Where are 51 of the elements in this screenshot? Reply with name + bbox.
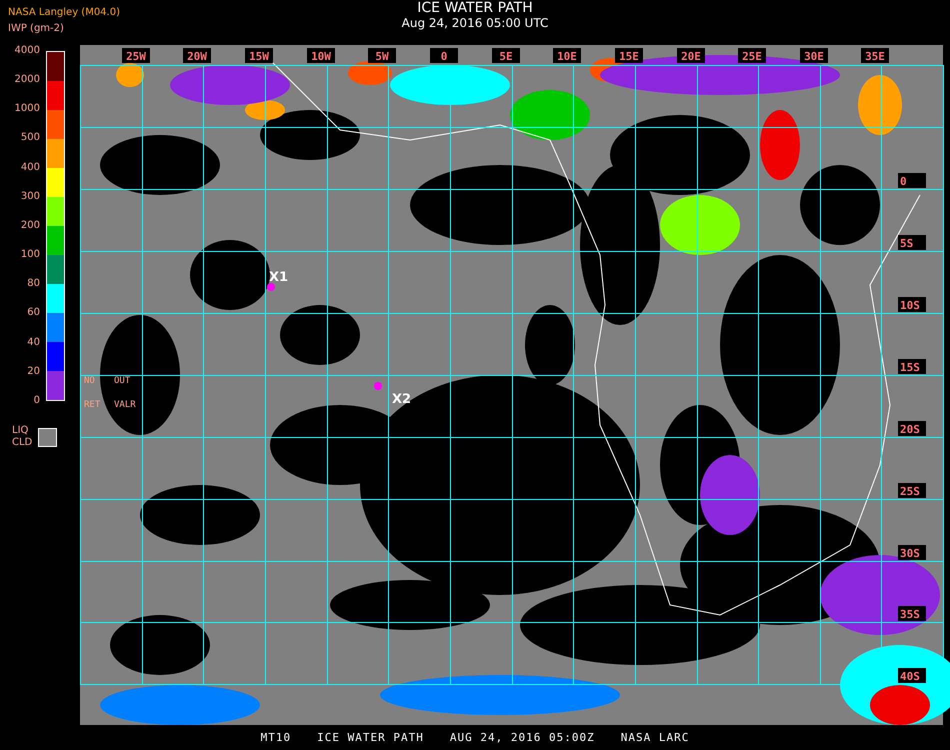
- legend-tick: 20: [27, 366, 40, 378]
- legend-tick: 80: [27, 278, 40, 290]
- legend-tick: 4000: [14, 45, 40, 57]
- legend-tick: 500: [20, 132, 40, 144]
- liquid-cloud-label: LIQ CLD: [12, 425, 32, 449]
- legend-tick: 2000: [14, 74, 40, 86]
- chart-title: ICE WATER PATH: [417, 0, 533, 16]
- latitude-label: 25S: [900, 485, 920, 498]
- longitude-label: 25E: [742, 50, 762, 63]
- longitude-label: 0: [440, 50, 448, 63]
- location-marker: [267, 283, 275, 291]
- legend-tick: 1000: [14, 103, 40, 116]
- latitude-label: 35S: [900, 608, 920, 621]
- legend-tick: 200: [20, 220, 40, 232]
- legend-tick: 60: [27, 307, 40, 320]
- latitude-label: 40S: [900, 670, 920, 683]
- longitude-label: 10E: [557, 50, 577, 63]
- legend-tick: 300: [20, 190, 40, 203]
- latitude-label: 10S: [900, 299, 920, 312]
- marker-label: X2: [392, 392, 412, 407]
- legend-tick: 400: [20, 162, 40, 174]
- latitude-label: 0: [900, 175, 907, 188]
- source-label: NASA Langley (M04.0): [8, 6, 120, 19]
- latitude-label: 30S: [900, 547, 920, 560]
- longitude-label: 15E: [619, 50, 639, 63]
- legend-note: VALR: [114, 400, 136, 410]
- longitude-label: 20E: [681, 50, 701, 63]
- legend-note: NO: [84, 376, 95, 386]
- longitude-label: 20W: [187, 50, 207, 63]
- longitude-label: 5E: [499, 50, 513, 63]
- latitude-label: 20S: [900, 423, 920, 436]
- footer-text: MT10: [260, 731, 292, 744]
- longitude-label: 25W: [126, 50, 146, 63]
- units-label: IWP (gm-2): [8, 22, 64, 35]
- legend-tick: 0: [34, 394, 40, 407]
- location-marker: [374, 382, 382, 390]
- legend-tick: 100: [20, 249, 40, 262]
- longitude-label: 5W: [375, 50, 389, 63]
- legend-note: OUT: [114, 376, 130, 386]
- footer-text: AUG 24, 2016 05:00Z: [450, 731, 595, 744]
- legend-tick: 40: [27, 336, 40, 349]
- longitude-label: 10W: [311, 50, 331, 63]
- footer-text: NASA LARC: [620, 731, 690, 744]
- latitude-label: 15S: [900, 361, 920, 374]
- chart-subtitle: Aug 24, 2016 05:00 UTC: [402, 16, 548, 30]
- longitude-label: 35E: [865, 50, 885, 63]
- legend-note: RET: [84, 400, 100, 410]
- longitude-label: 30E: [804, 50, 824, 63]
- longitude-label: 15W: [249, 50, 269, 63]
- latitude-label: 5S: [900, 237, 914, 250]
- footer-text: ICE WATER PATH: [317, 731, 424, 744]
